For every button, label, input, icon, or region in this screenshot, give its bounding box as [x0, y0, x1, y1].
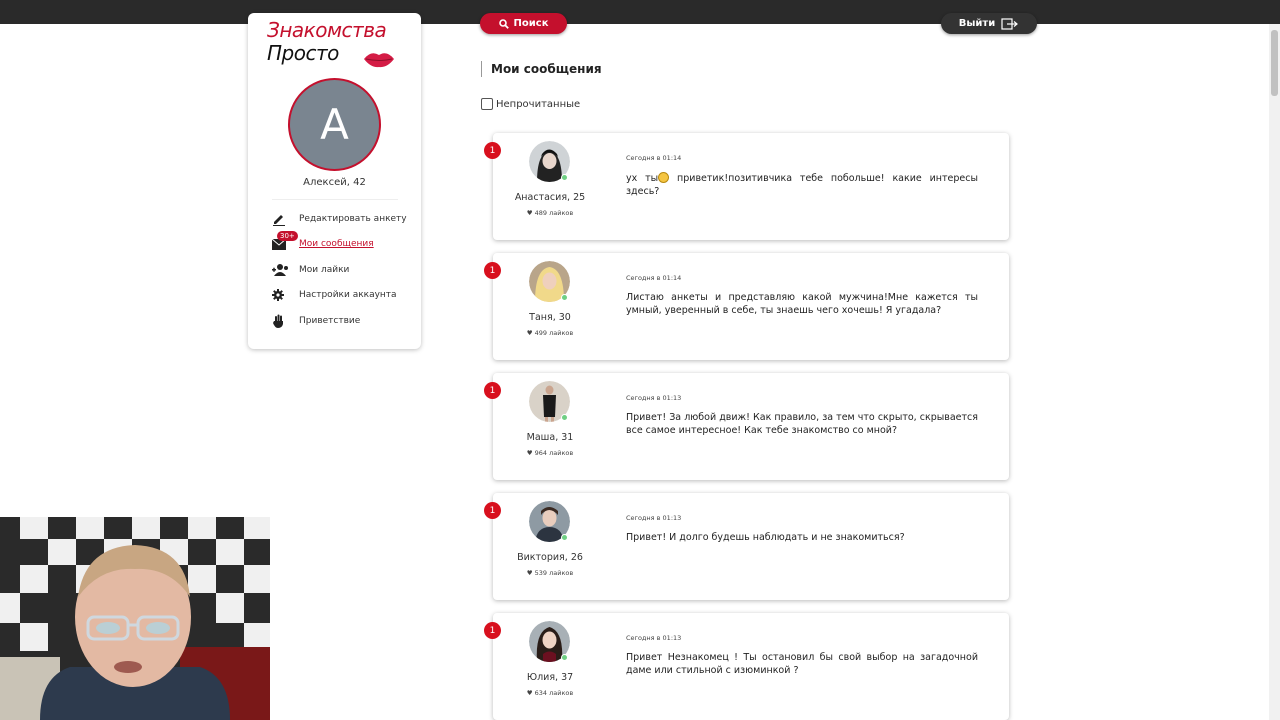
message-card[interactable]: 1 Виктория, 26 ♥ 539 лайков Сегодня в 01… — [484, 493, 1009, 600]
sidebar-item-settings[interactable]: Настройки аккаунта — [272, 283, 412, 309]
message-card[interactable]: 1 Юлия, 37 ♥ 634 лайков Сегодня в 01:13 … — [484, 613, 1009, 720]
sender-avatar[interactable] — [529, 261, 570, 302]
unread-badge: 1 — [484, 262, 501, 279]
sender-avatar[interactable] — [529, 141, 570, 182]
message-text: Привет! За любой движ! Как правило, за т… — [626, 412, 978, 436]
logout-label: Выйти — [958, 18, 996, 29]
webcam-image — [0, 517, 270, 720]
message-time: Сегодня в 01:14 — [626, 274, 682, 282]
message-text: Привет Незнакомец ! Ты остановил бы свой… — [626, 652, 978, 676]
message-text: ух ты приветик!позитивчика тебе побольше… — [626, 172, 978, 198]
messages-count-badge: 30+ — [277, 231, 298, 242]
sender-likes: ♥ 634 лайков — [526, 689, 574, 697]
logout-button[interactable]: Выйти — [941, 13, 1037, 34]
webcam-overlay — [0, 517, 270, 720]
users-icon — [272, 263, 299, 277]
sender-name[interactable]: Таня, 30 — [493, 312, 607, 323]
sidebar-item-label: Редактировать анкету — [299, 213, 407, 224]
online-indicator — [561, 294, 568, 301]
sender-likes: ♥ 499 лайков — [526, 329, 574, 337]
unread-badge: 1 — [484, 502, 501, 519]
unread-badge: 1 — [484, 622, 501, 639]
search-icon — [498, 18, 509, 29]
sidebar-item-label: Мои сообщения — [299, 239, 374, 250]
online-indicator — [561, 174, 568, 181]
scrollbar-thumb[interactable] — [1271, 30, 1278, 96]
sender-name[interactable]: Виктория, 26 — [493, 552, 607, 563]
lips-icon — [364, 53, 394, 68]
sender-name[interactable]: Анастасия, 25 — [493, 192, 607, 203]
search-button[interactable]: Поиск — [480, 13, 567, 34]
envelope-icon: 30+ — [272, 231, 299, 251]
unread-filter[interactable]: Непрочитанные — [481, 98, 580, 110]
site-logo[interactable]: Знакомства Просто — [267, 19, 407, 73]
hand-icon — [272, 314, 299, 328]
online-indicator — [561, 534, 568, 541]
gear-icon — [272, 288, 299, 302]
page-scrollbar[interactable] — [1269, 24, 1280, 720]
sender-likes: ♥ 489 лайков — [526, 209, 574, 217]
sender-likes: ♥ 539 лайков — [526, 569, 574, 577]
avatar[interactable]: А — [288, 78, 381, 171]
message-time: Сегодня в 01:13 — [626, 394, 682, 402]
sender-avatar[interactable] — [529, 381, 570, 422]
sender-avatar[interactable] — [529, 621, 570, 662]
sidebar-item-label: Настройки аккаунта — [299, 290, 397, 301]
sender-name[interactable]: Маша, 31 — [493, 432, 607, 443]
sidebar-item-likes[interactable]: Мои лайки — [272, 257, 412, 283]
message-text-end: приветик!позитивчика тебе побольше! каки… — [626, 173, 978, 197]
message-card[interactable]: 1 Таня, 30 ♥ 499 лайков Сегодня в 01:14 … — [484, 253, 1009, 360]
message-card[interactable]: 1 Маша, 31 ♥ 964 лайков Сегодня в 01:13 … — [484, 373, 1009, 480]
search-label: Поиск — [513, 18, 549, 29]
sidebar-item-messages[interactable]: 30+ Мои сообщения — [272, 231, 412, 258]
sender-avatar[interactable] — [529, 501, 570, 542]
message-time: Сегодня в 01:13 — [626, 514, 682, 522]
user-name: Алексей, 42 — [303, 177, 366, 188]
smile-emoji-icon — [658, 172, 670, 183]
unread-badge: 1 — [484, 382, 501, 399]
sender-name[interactable]: Юлия, 37 — [493, 672, 607, 683]
top-bar — [0, 0, 1280, 24]
message-time: Сегодня в 01:13 — [626, 634, 682, 642]
sidebar: Знакомства Просто А Алексей, 42 Редактир… — [248, 13, 421, 349]
online-indicator — [561, 414, 568, 421]
logo-text-top: Знакомства — [267, 18, 387, 42]
message-text-start: ух ты — [626, 173, 659, 184]
avatar-letter: А — [320, 100, 349, 149]
sender-likes: ♥ 964 лайков — [526, 449, 574, 457]
page-title: Мои сообщения — [481, 61, 602, 77]
message-text: Листаю анкеты и представляю какой мужчин… — [626, 292, 978, 316]
sidebar-menu: Редактировать анкету 30+ Мои сообщения М… — [272, 206, 412, 334]
message-card[interactable]: 1 Анастасия, 25 ♥ 489 лайков Сегодня в 0… — [484, 133, 1009, 240]
sidebar-item-greeting[interactable]: Приветствие — [272, 308, 412, 334]
sidebar-item-edit-profile[interactable]: Редактировать анкету — [272, 206, 412, 232]
sidebar-item-label: Приветствие — [299, 315, 361, 326]
unread-checkbox[interactable] — [481, 98, 493, 110]
online-indicator — [561, 654, 568, 661]
sidebar-item-label: Мои лайки — [299, 264, 350, 275]
logout-icon — [1001, 17, 1019, 30]
divider — [272, 199, 398, 200]
edit-icon — [272, 212, 299, 226]
message-text: Привет! И долго будешь наблюдать и не зн… — [626, 532, 905, 543]
message-time: Сегодня в 01:14 — [626, 154, 682, 162]
unread-filter-label: Непрочитанные — [496, 98, 581, 110]
unread-badge: 1 — [484, 142, 501, 159]
